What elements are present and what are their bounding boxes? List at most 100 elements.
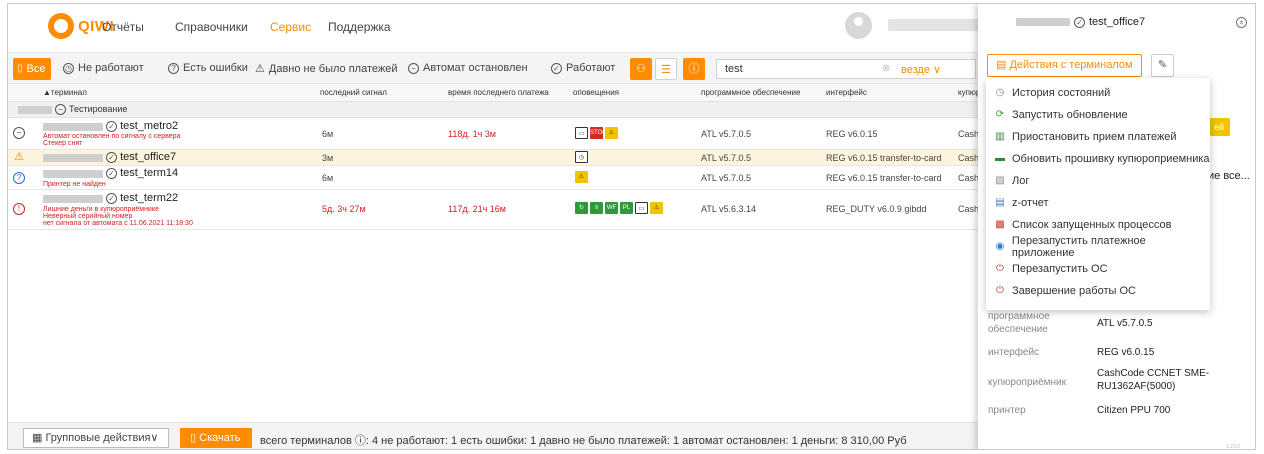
terminal-name: ✓ test_office7	[106, 151, 176, 163]
download-icon: ▯	[190, 432, 197, 444]
acceptor: Cash	[958, 153, 980, 163]
cash-icon: ▭	[635, 202, 648, 214]
detail-label: купюроприёмник	[988, 377, 1067, 388]
menu-item-label: История состояний	[1012, 87, 1111, 99]
menu-item-processes[interactable]: ▩ Список запущенных процессов	[986, 214, 1210, 236]
interface: REG v6.0.15 transfer-to-card	[826, 153, 942, 163]
menu-item-label: Обновить прошивку купюроприемника	[1012, 153, 1210, 165]
filter-has-errors-label: Есть ошибки	[183, 62, 248, 74]
col-last-signal[interactable]: последний сигнал	[320, 88, 387, 97]
firmware-icon: ▬	[995, 153, 1005, 164]
filter-all-button[interactable]: ▯ Все	[13, 58, 52, 80]
filter-not-working-label: Не работают	[78, 62, 144, 74]
list-view-icon[interactable]: ☰	[655, 58, 677, 80]
menu-item-history[interactable]: ◷ История состояний	[986, 82, 1210, 104]
group-actions-label: Групповые действия∨	[45, 432, 159, 444]
menu-item-pause-payments[interactable]: ▥ Приостановить прием платежей	[986, 126, 1210, 148]
interface: REG_DUTY v6.0.9 gibdd	[826, 204, 927, 214]
check-circle-icon: ✓	[106, 121, 117, 132]
menu-item-label: Запустить обновление	[1012, 109, 1128, 121]
menu-item-label: Приостановить прием платежей	[1012, 131, 1177, 143]
nav-support[interactable]: Поддержка	[328, 20, 391, 34]
terminal-message: Стекер снят	[43, 140, 83, 147]
check-circle-icon: ✓	[106, 193, 117, 204]
clock-icon: ◷	[575, 151, 588, 163]
last-signal: 6м	[322, 129, 334, 139]
software: ATL v5.7.0.5	[701, 173, 752, 183]
terminal-messages: Автомат остановлен по сигналу с сервера …	[43, 133, 180, 147]
last-signal: 6м	[322, 173, 334, 183]
notifications: ⚠	[575, 171, 590, 183]
error-status-icon: !	[13, 203, 25, 215]
download-label: Скачать	[199, 432, 241, 444]
software: ATL v5.6.3.14	[701, 204, 757, 214]
group-icon: ▦	[32, 432, 43, 444]
terminal-name-text: test_term22	[120, 192, 179, 204]
menu-item-restart-os[interactable]: ⏻ Перезапустить ОС	[986, 258, 1210, 280]
user-name-blurred[interactable]	[888, 19, 983, 31]
menu-item-update[interactable]: ⟳ Запустить обновление	[986, 104, 1210, 126]
edit-icon[interactable]: ✎	[1151, 54, 1174, 77]
warning-icon: ⚠	[255, 63, 265, 75]
info-filter-icon[interactable]: ⓘ	[683, 58, 705, 80]
terminal-name-text: test_office7	[120, 151, 177, 163]
nav-service[interactable]: Сервис	[270, 20, 311, 34]
warning-icon: ⚠	[605, 127, 618, 139]
col-interface[interactable]: интерфейс	[826, 88, 867, 97]
software: ATL v5.7.0.5	[701, 153, 752, 163]
terminal-actions-label: Действия с терминалом	[1009, 59, 1133, 71]
group-actions-button[interactable]: ▦ Групповые действия∨	[23, 428, 169, 448]
wifi-icon: WF	[605, 202, 618, 214]
menu-item-restart-app[interactable]: ◉ Перезапустить платежное приложение	[986, 235, 1210, 259]
download-button[interactable]: ▯ Скачать	[180, 428, 252, 448]
menu-item-z-report[interactable]: ▤ z-отчет	[986, 192, 1210, 214]
filter-all-label: Все	[26, 63, 46, 75]
col-last-payment[interactable]: время последнего платежа	[448, 88, 549, 97]
nav-directories[interactable]: Справочники	[175, 20, 248, 34]
filter-working-label: Работают	[566, 62, 616, 74]
menu-item-shutdown-os[interactable]: ⏻ Завершение работы ОС	[986, 280, 1210, 302]
refresh-icon: ↻	[575, 202, 588, 214]
history-icon: ◷	[995, 87, 1005, 98]
filter-has-errors[interactable]: ? Есть ошибки	[168, 62, 248, 74]
filter-not-working[interactable]: ◷ Не работают	[63, 62, 144, 74]
detail-value: REG v6.0.15	[1097, 347, 1155, 358]
qiwi-logo-icon	[48, 13, 74, 39]
user-avatar-icon[interactable]	[845, 12, 872, 39]
terminal-blurred-id	[43, 123, 103, 131]
search-scope-select[interactable]: везде ∨	[901, 63, 941, 76]
nav-reports[interactable]: Отчёты	[102, 20, 144, 34]
search-input[interactable]	[725, 63, 875, 75]
auto-stopped-status-icon: −	[13, 127, 25, 139]
check-circle-icon: ✓	[1074, 16, 1085, 28]
menu-item-label: z-отчет	[1012, 197, 1049, 209]
filter-auto-stopped[interactable]: − Автомат остановлен	[408, 62, 528, 74]
detail-label: программное обеспечение	[988, 311, 1050, 335]
col-notifications[interactable]: оповещения	[573, 88, 619, 97]
terminal-messages: Лишние деньги в купюроприёмнике Неверный…	[43, 206, 193, 227]
collapse-icon[interactable]: −	[55, 104, 66, 115]
terminal-message: Лишние деньги в купюроприёмнике	[43, 206, 159, 213]
restart-app-icon: ◉	[995, 241, 1005, 252]
notifications: ↻ ≡ WF PL ▭ ⚠	[575, 202, 665, 214]
menu-item-log[interactable]: ▧ Лог	[986, 170, 1210, 192]
col-terminal[interactable]: ▲терминал	[43, 88, 87, 97]
clear-search-icon[interactable]: ⊗	[882, 63, 890, 74]
filter-working[interactable]: ✓ Работают	[551, 62, 615, 74]
terminal-icon: ▤	[996, 59, 1007, 71]
processes-icon: ▩	[995, 219, 1005, 230]
group-label: Тестирование	[69, 104, 128, 114]
check-circle-icon: ✓	[106, 152, 117, 163]
payments-tag[interactable]: ей	[1208, 118, 1230, 136]
warning-icon: ⚠	[575, 171, 588, 183]
col-software[interactable]: программное обеспечение	[701, 88, 800, 97]
panel-blurred-id	[1016, 18, 1070, 26]
menu-item-firmware[interactable]: ▬ Обновить прошивку купюроприемника	[986, 148, 1210, 170]
close-icon[interactable]: ×	[1236, 17, 1247, 28]
terminal-actions-button[interactable]: ▤ Действия с терминалом	[987, 54, 1142, 77]
last-signal: 5д. 3ч 27м	[322, 204, 366, 214]
people-filter-icon[interactable]: ⚇	[630, 58, 652, 80]
terminal-blurred-id	[43, 170, 103, 178]
filter-no-payments[interactable]: ⚠ Давно не было платежей	[255, 62, 398, 76]
group-blurred-name	[18, 106, 52, 114]
